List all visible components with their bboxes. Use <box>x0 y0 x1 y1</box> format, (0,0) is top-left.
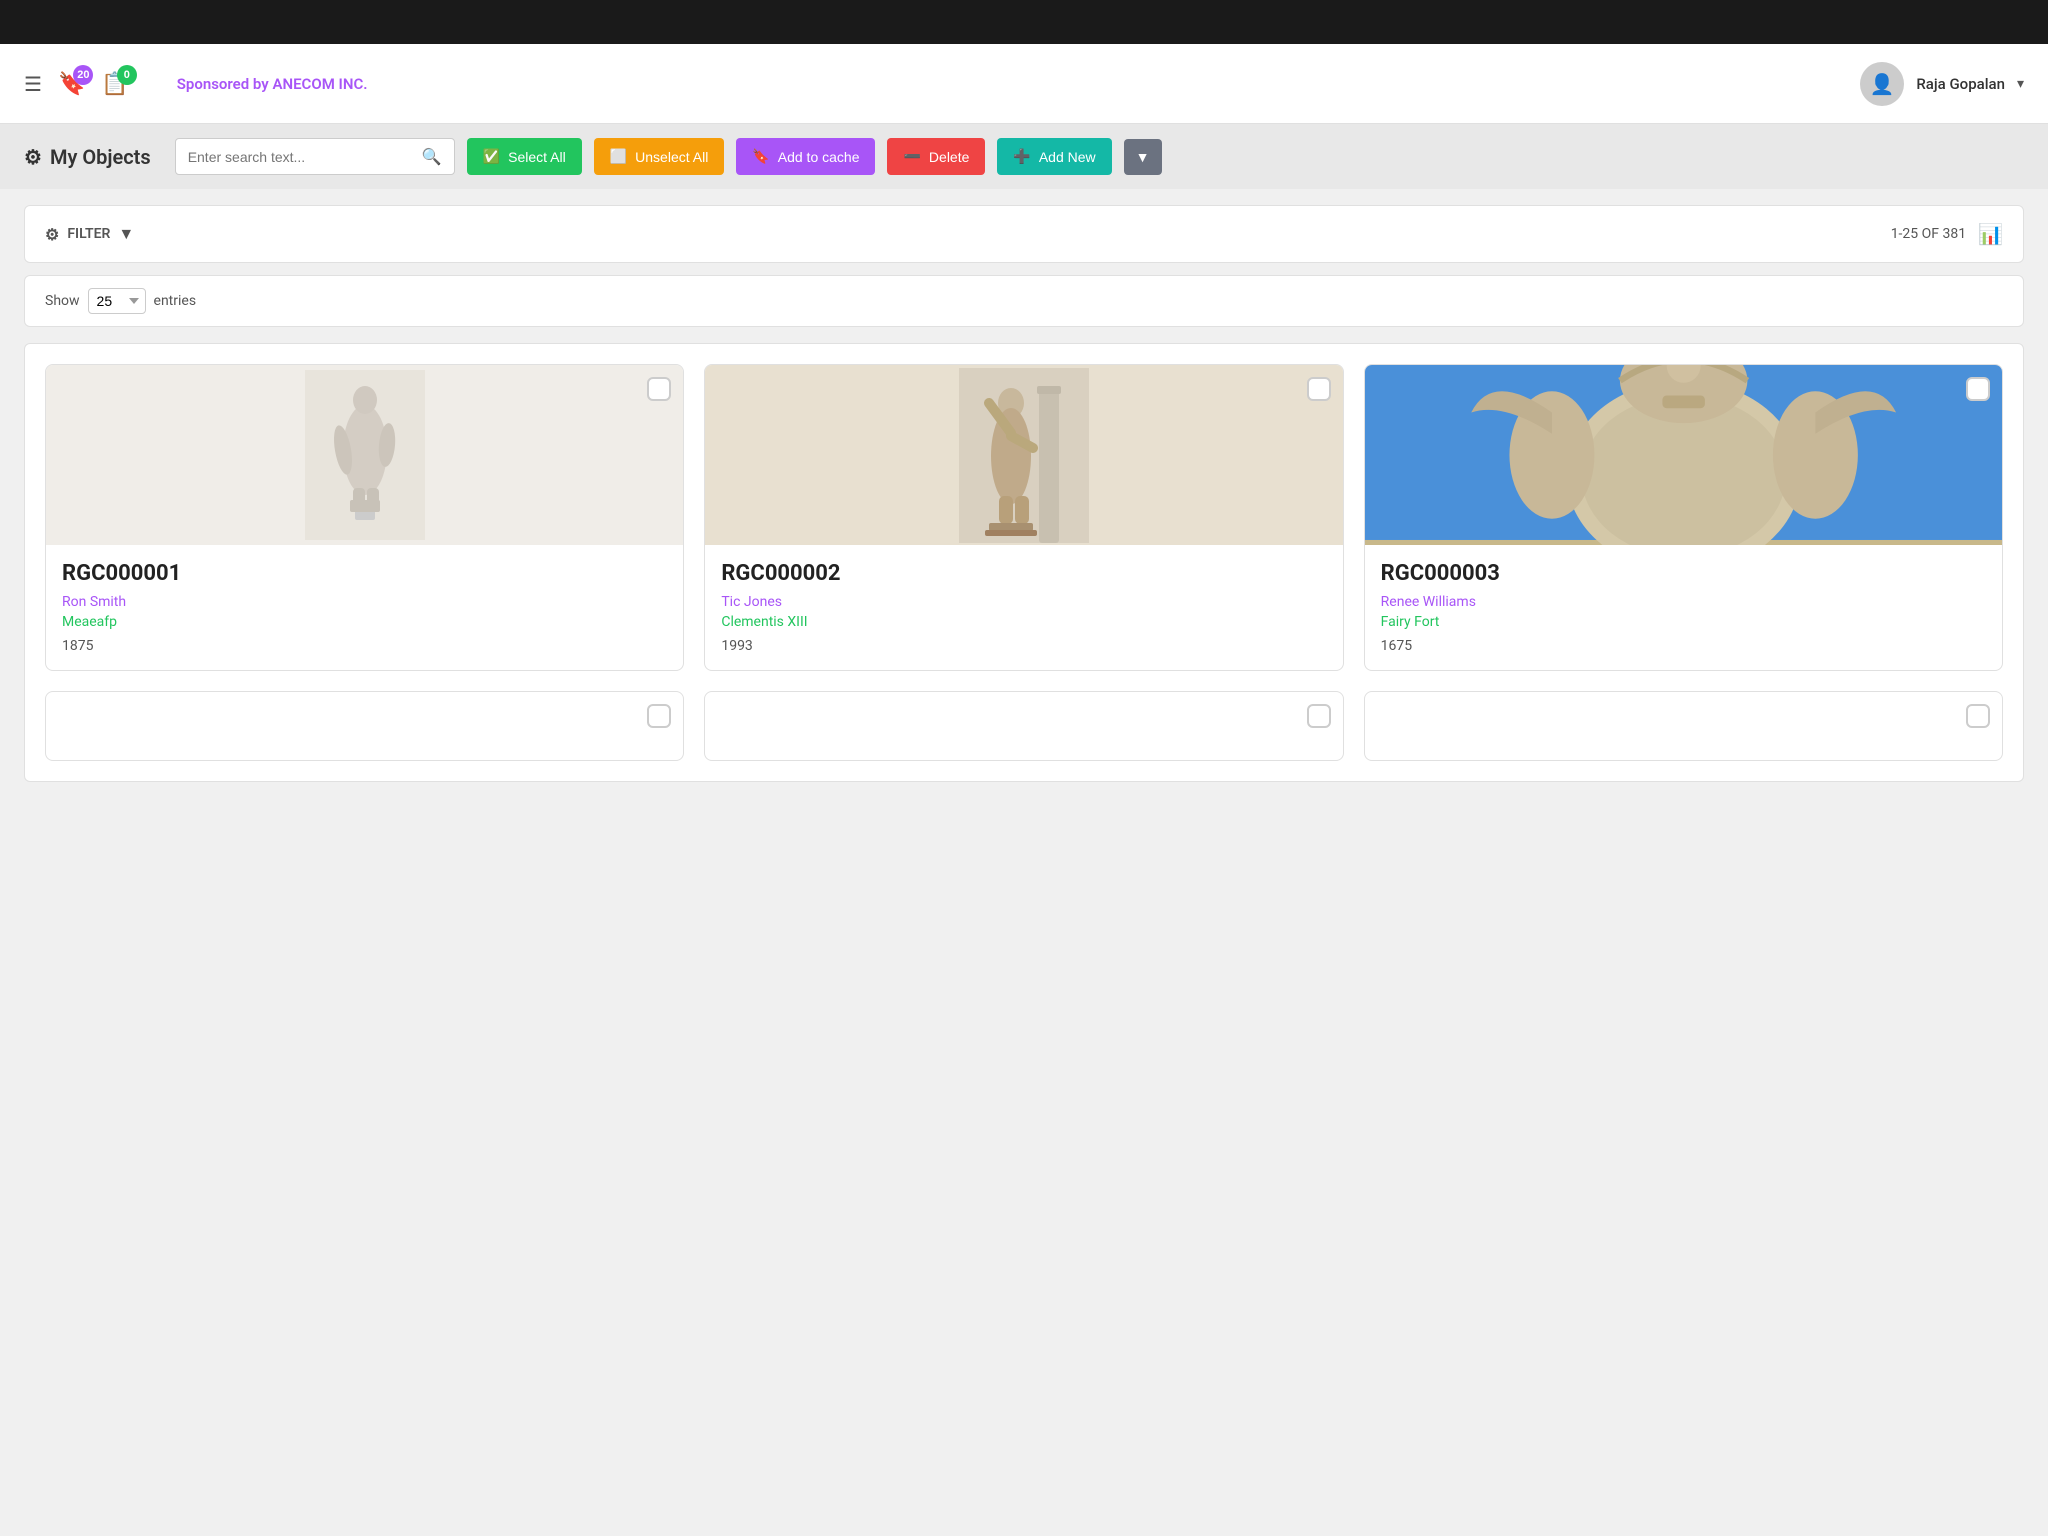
card-author-1: Ron Smith <box>62 594 667 610</box>
cards-container: RGC000001 Ron Smith Meaeafp 1875 <box>24 343 2024 782</box>
unselect-all-button[interactable]: ⬜ Unselect All <box>594 138 725 175</box>
header-right: 👤 Raja Gopalan ▾ <box>1860 62 2024 106</box>
add-to-cache-button[interactable]: 🔖 Add to cache <box>736 138 875 175</box>
page-title: ⚙ My Objects <box>24 145 151 169</box>
user-name: Raja Gopalan <box>1916 75 2005 93</box>
search-box: 🔍 <box>175 138 455 175</box>
card-author-3: Renee Williams <box>1381 594 1986 610</box>
card-collection-2: Clementis XIII <box>721 614 1326 630</box>
card-checkbox-row2-2[interactable] <box>1307 704 1331 728</box>
chart-icon[interactable]: 📊 <box>1978 222 2003 246</box>
card-checkbox-3[interactable] <box>1966 377 1990 401</box>
pagination-info: 1-25 OF 381 📊 <box>1891 222 2003 246</box>
list-badge: 0 <box>117 65 137 85</box>
card-rgc000001[interactable]: RGC000001 Ron Smith Meaeafp 1875 <box>45 364 684 671</box>
card-row2-2[interactable] <box>704 691 1343 761</box>
top-bar <box>0 0 2048 44</box>
main-content: ⚙ FILTER ▼ 1-25 OF 381 📊 Show 10 25 50 1… <box>0 189 2048 798</box>
toolbar: ⚙ My Objects 🔍 ✅ Select All ⬜ Unselect A… <box>0 124 2048 189</box>
bookmark-add-icon: 🔖 <box>752 148 769 165</box>
card-collection-3: Fairy Fort <box>1381 614 1986 630</box>
card-body-3: RGC000003 Renee Williams Fairy Fort 1675 <box>1365 545 2002 670</box>
bookmark-button[interactable]: 🔖 20 <box>58 71 85 97</box>
card-row2-3[interactable] <box>1364 691 2003 761</box>
search-input[interactable] <box>188 149 422 165</box>
card-rgc000003[interactable]: RGC000003 Renee Williams Fairy Fort 1675 <box>1364 364 2003 671</box>
card-row2-1[interactable] <box>45 691 684 761</box>
avatar: 👤 <box>1860 62 1904 106</box>
card-checkbox-row2-1[interactable] <box>647 704 671 728</box>
cards-grid-row2 <box>45 691 2003 761</box>
card-author-2: Tic Jones <box>721 594 1326 610</box>
card-rgc000002[interactable]: RGC000002 Tic Jones Clementis XIII 1993 <box>704 364 1343 671</box>
cards-grid: RGC000001 Ron Smith Meaeafp 1875 <box>45 364 2003 671</box>
header-left: ☰ 🔖 20 📋 0 Sponsored by ANECOM INC. <box>24 71 368 97</box>
header: ☰ 🔖 20 📋 0 Sponsored by ANECOM INC. 👤 Ra… <box>0 44 2048 124</box>
show-entries-bar: Show 10 25 50 100 entries <box>24 275 2024 327</box>
more-options-button[interactable]: ▼ <box>1124 139 1162 175</box>
card-checkbox-row2-3[interactable] <box>1966 704 1990 728</box>
filter-adjust-icon: ⚙ <box>24 145 42 169</box>
delete-icon: ➖ <box>903 148 920 165</box>
card-body-1: RGC000001 Ron Smith Meaeafp 1875 <box>46 545 683 670</box>
user-chevron-icon[interactable]: ▾ <box>2017 76 2024 92</box>
card-year-2: 1993 <box>721 638 1326 654</box>
down-arrow-icon: ▼ <box>1136 149 1150 165</box>
filter-bar: ⚙ FILTER ▼ 1-25 OF 381 📊 <box>24 205 2024 263</box>
unselect-all-icon: ⬜ <box>610 148 627 165</box>
sliders-icon: ⚙ <box>45 225 59 244</box>
menu-icon[interactable]: ☰ <box>24 72 42 96</box>
list-button[interactable]: 📋 0 <box>101 71 128 97</box>
card-id-3: RGC000003 <box>1381 561 1986 586</box>
card-image-3 <box>1365 365 2002 545</box>
card-id-1: RGC000001 <box>62 561 667 586</box>
entries-select[interactable]: 10 25 50 100 <box>88 288 146 314</box>
filter-label: FILTER <box>67 226 110 242</box>
card-year-1: 1875 <box>62 638 667 654</box>
card-image-1 <box>46 365 683 545</box>
card-checkbox-1[interactable] <box>647 377 671 401</box>
card-body-2: RGC000002 Tic Jones Clementis XIII 1993 <box>705 545 1342 670</box>
select-all-button[interactable]: ✅ Select All <box>467 138 582 175</box>
card-image-2 <box>705 365 1342 545</box>
card-checkbox-2[interactable] <box>1307 377 1331 401</box>
sponsored-text: Sponsored by ANECOM INC. <box>177 75 368 93</box>
select-all-icon: ✅ <box>483 148 500 165</box>
card-id-2: RGC000002 <box>721 561 1326 586</box>
funnel-icon: ▼ <box>118 224 134 244</box>
add-new-button[interactable]: ➕ Add New <box>997 138 1111 175</box>
card-collection-1: Meaeafp <box>62 614 667 630</box>
bookmark-badge: 20 <box>73 65 93 85</box>
delete-button[interactable]: ➖ Delete <box>887 138 985 175</box>
card-year-3: 1675 <box>1381 638 1986 654</box>
search-icon: 🔍 <box>422 147 442 166</box>
filter-section[interactable]: ⚙ FILTER ▼ <box>45 224 134 244</box>
add-icon: ➕ <box>1013 148 1030 165</box>
